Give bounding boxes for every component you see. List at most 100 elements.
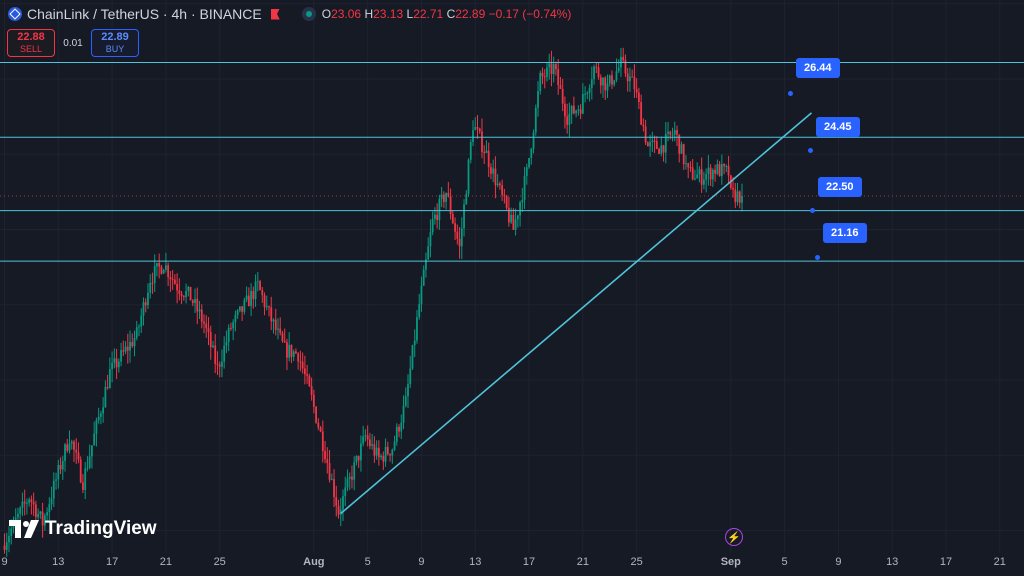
candle-body	[77, 452, 80, 460]
candle-body	[716, 164, 719, 174]
candle-body	[221, 361, 223, 367]
candle-body	[409, 368, 412, 385]
high-value: 23.13	[373, 7, 404, 21]
candle-body	[606, 83, 609, 91]
candle-body	[209, 332, 212, 348]
candle-body	[449, 196, 452, 214]
candle-body	[129, 341, 131, 351]
candle-body	[671, 134, 674, 136]
candle-body	[162, 269, 165, 274]
candle-body	[122, 350, 125, 352]
candle-body	[655, 141, 658, 149]
candle-body	[422, 269, 425, 286]
candle-body	[84, 468, 87, 490]
level-anchor-dot	[788, 91, 793, 96]
candle-body	[286, 342, 288, 358]
sell-label: SELL	[19, 44, 43, 54]
candle-body	[362, 436, 365, 444]
candle-body	[337, 505, 340, 515]
candle-body	[176, 283, 179, 291]
candle-body	[265, 306, 268, 308]
level-badge[interactable]: 21.16	[823, 223, 867, 243]
time-axis-tick: 17	[939, 556, 953, 568]
candle-body	[297, 353, 300, 362]
candle-body	[3, 545, 6, 550]
candle-body	[196, 298, 199, 312]
candle-body	[319, 427, 322, 432]
price-chart[interactable]	[0, 0, 1024, 576]
candle-body	[355, 455, 358, 463]
candle-body	[487, 150, 490, 168]
candle-body	[292, 351, 295, 357]
candle-body	[635, 89, 638, 93]
candle-body	[279, 328, 282, 333]
candle-body	[28, 499, 31, 503]
candle-body	[521, 199, 524, 203]
candle-body	[39, 511, 42, 514]
candle-body	[653, 140, 656, 142]
candle-body	[503, 194, 506, 197]
candle-body	[344, 487, 347, 497]
candle-body	[93, 433, 96, 446]
candle-body	[490, 167, 492, 174]
candle-body	[75, 449, 78, 453]
candle-body	[588, 87, 591, 93]
candle-body	[328, 463, 331, 480]
level-badge[interactable]: 22.50	[818, 177, 862, 197]
candle-body	[113, 358, 116, 363]
candle-body	[384, 446, 387, 462]
flag-icon[interactable]	[270, 8, 280, 20]
candle-body	[61, 460, 64, 470]
candle-body	[676, 130, 678, 135]
candle-body	[550, 63, 553, 75]
candle-body	[295, 351, 297, 354]
candle-body	[640, 102, 643, 125]
candle-body	[357, 455, 360, 461]
time-axis-tick: 13	[886, 556, 899, 568]
candle-body	[528, 157, 530, 168]
candle-body	[590, 79, 593, 88]
low-value: 22.71	[413, 7, 444, 21]
candle-body	[17, 513, 19, 518]
candle-body	[250, 290, 252, 307]
candle-body	[476, 127, 479, 129]
candle-body	[180, 293, 183, 297]
candle-body	[436, 214, 439, 221]
candle-body	[156, 263, 158, 267]
sell-button[interactable]: 22.88 SELL	[7, 29, 55, 57]
candle-body	[153, 266, 156, 284]
candle-body	[501, 185, 504, 195]
symbol-title[interactable]: ChainLink / TetherUS · 4h · BINANCE	[27, 6, 262, 22]
candle-body	[483, 152, 486, 154]
candle-body	[324, 451, 326, 460]
candle-body	[57, 464, 60, 480]
candle-body	[82, 482, 84, 490]
lightning-icon[interactable]: ⚡	[725, 528, 743, 546]
candle-body	[633, 76, 636, 90]
candle-body	[519, 202, 521, 216]
level-badge[interactable]: 26.44	[796, 58, 840, 78]
tradingview-watermark[interactable]: TradingView	[9, 518, 157, 540]
candle-body	[191, 300, 194, 304]
candle-body	[472, 130, 474, 143]
time-axis[interactable]: 9 13 17 21 25 Aug 5 9 13 17 21 25 Sep 5 9 13 17 21	[0, 554, 1024, 576]
candle-body	[723, 164, 725, 167]
candle-body	[438, 198, 441, 221]
candle-body	[360, 443, 362, 461]
candle-body	[440, 194, 443, 199]
level-badge[interactable]: 24.45	[816, 117, 860, 137]
candle-body	[631, 76, 634, 78]
candle-body	[55, 479, 57, 481]
candle-body	[23, 501, 26, 504]
candle-body	[617, 67, 620, 72]
candle-body	[644, 126, 647, 143]
candle-body	[131, 341, 134, 347]
close-value: 22.89	[455, 7, 486, 21]
candle-body	[106, 386, 109, 389]
ohlc-values: O23.06 H23.13 L22.71 C22.89 −0.17 (−0.74…	[322, 7, 572, 21]
candle-body	[407, 384, 409, 397]
candle-body	[261, 289, 264, 296]
buy-button[interactable]: 22.89 BUY	[91, 29, 139, 57]
candle-body	[458, 238, 461, 247]
candle-body	[26, 502, 28, 504]
